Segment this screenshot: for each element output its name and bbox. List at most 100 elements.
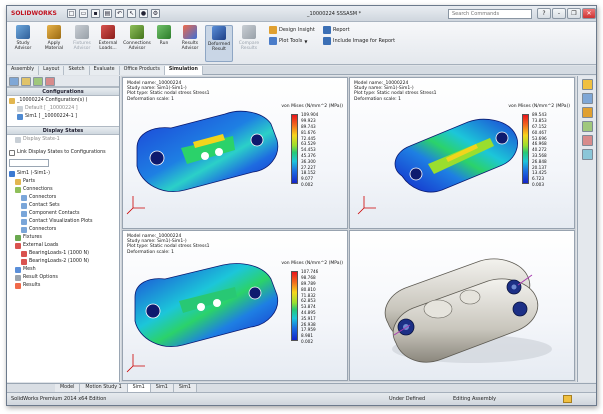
- plot-tools-button[interactable]: Plot Tools ▼: [269, 37, 307, 45]
- close-button[interactable]: ✕: [582, 8, 596, 19]
- configuration-manager-tab-icon[interactable]: [33, 77, 43, 86]
- viewport-top-left[interactable]: Model name:_10000224 Study name: Sim1(-S…: [122, 77, 348, 229]
- config-sim1[interactable]: Sim1 [ _10000224-1 ]: [9, 113, 117, 121]
- report-button[interactable]: Report: [323, 26, 350, 34]
- stress-model-top-left: [126, 110, 279, 215]
- checkbox-icon: [9, 150, 15, 156]
- tab-office-products[interactable]: Office Products: [119, 66, 165, 75]
- stress-model-bottom-left: [126, 263, 279, 373]
- new-file-icon[interactable]: □: [67, 9, 76, 18]
- load-icon: [15, 243, 21, 249]
- stress-model-top-right: [357, 118, 518, 215]
- external-loads-button[interactable]: External Loads...: [95, 25, 121, 62]
- display-states-header: Display States: [7, 126, 119, 135]
- display-manager-tab-icon[interactable]: [45, 77, 55, 86]
- document-title: _10000224 SSSASM *: [307, 11, 362, 17]
- filter-input[interactable]: ▼: [9, 159, 49, 177]
- tree-item-parts[interactable]: Parts: [9, 178, 117, 186]
- tree-item-result-options[interactable]: Result Options: [9, 274, 117, 282]
- run-button[interactable]: Run: [154, 25, 174, 62]
- print-icon[interactable]: ▤: [103, 9, 112, 18]
- study-advisor-button[interactable]: Study Advisor: [10, 25, 36, 62]
- bearing-load-icon: [21, 259, 27, 265]
- results-icon: [183, 25, 197, 39]
- compare-results-icon: [242, 25, 256, 39]
- rebuild-status-icon[interactable]: [563, 395, 572, 403]
- undo-icon[interactable]: ↶: [115, 9, 124, 18]
- tree-item-bearing-load-2[interactable]: BearingLoads-2 (1000 N): [9, 258, 117, 266]
- connections-advisor-button[interactable]: Connections Advisor: [122, 25, 152, 62]
- tree-item-mesh[interactable]: Mesh: [9, 266, 117, 274]
- tree-item-contact-sets[interactable]: Contact Sets: [9, 202, 117, 210]
- tree-item-component-contacts[interactable]: Component Contacts: [9, 210, 117, 218]
- config-root[interactable]: _10000224 Configuration(s) (: [9, 97, 117, 105]
- link-display-states-checkbox[interactable]: Link Display States to Configurations: [7, 149, 119, 157]
- tree-item-fixtures[interactable]: Fixtures: [9, 234, 117, 242]
- tree-item-connectors-2[interactable]: Connectors: [9, 226, 117, 234]
- rebuild-icon[interactable]: ●: [139, 9, 148, 18]
- app-logo: SOLIDWORKS: [11, 10, 57, 17]
- apply-material-button[interactable]: Apply Material: [41, 25, 67, 62]
- tab-evaluate[interactable]: Evaluate: [89, 66, 120, 75]
- chevron-down-icon: ▼: [304, 38, 308, 44]
- mesh-icon: [15, 267, 21, 273]
- display-state-item[interactable]: Display State-1: [9, 136, 117, 144]
- tree-item-external-loads[interactable]: External Loads: [9, 242, 117, 250]
- status-bar: SolidWorks Premium 2014 x64 Edition Unde…: [7, 392, 596, 405]
- connections-icon: [130, 25, 144, 39]
- edition-label: SolidWorks Premium 2014 x64 Edition: [11, 396, 107, 402]
- results-advisor-button[interactable]: Results Advisor: [177, 25, 203, 62]
- include-image-button[interactable]: Include Image for Report: [323, 37, 395, 45]
- contact-sets-icon: [21, 203, 27, 209]
- options-icon[interactable]: ⚙: [151, 9, 160, 18]
- tab-layout[interactable]: Layout: [39, 66, 65, 75]
- tab-simulation[interactable]: Simulation: [164, 66, 203, 75]
- appearances-icon[interactable]: [581, 135, 593, 146]
- viewport-bottom-left[interactable]: Model name:_10000224 Study name: Sim1(-S…: [122, 230, 348, 381]
- select-icon[interactable]: ↖: [127, 9, 136, 18]
- property-manager-tab-icon[interactable]: [21, 77, 31, 86]
- save-icon[interactable]: ▪: [91, 9, 100, 18]
- sim-study-root[interactable]: Sim1 (-Sim1-): [9, 170, 117, 178]
- deformed-result-button[interactable]: Deformed Result: [205, 25, 233, 62]
- results-icon: [15, 283, 21, 289]
- tree-item-connectors[interactable]: Connectors: [9, 194, 117, 202]
- help-button[interactable]: ?: [537, 8, 551, 19]
- tab-assembly[interactable]: Assembly: [7, 66, 40, 75]
- parts-icon: [15, 179, 21, 185]
- solidworks-window: SOLIDWORKS □ ▭ ▪ ▤ ↶ ↖ ● ⚙ _10000224 SSS…: [6, 5, 597, 406]
- tree-item-contact-visualization[interactable]: Contact Visualization Plots: [9, 218, 117, 226]
- tab-sketch[interactable]: Sketch: [64, 66, 90, 75]
- connector-icon: [21, 195, 27, 201]
- display-states-list: Display State-1: [7, 135, 119, 147]
- deformed-result-icon: [212, 26, 226, 40]
- maximize-button[interactable]: ❐: [567, 8, 581, 19]
- minimize-button[interactable]: -: [552, 8, 566, 19]
- tree-item-bearing-load-1[interactable]: BearingLoads-1 (1000 N): [9, 250, 117, 258]
- display-state-icon: [15, 137, 21, 143]
- command-tabs: Assembly Layout Sketch Evaluate Office P…: [7, 66, 596, 75]
- tree-item-connections[interactable]: Connections: [9, 186, 117, 194]
- viewport-top-right[interactable]: Model name:_10000224 Study name: Sim1(-S…: [349, 77, 575, 229]
- command-manager-ribbon: Study Advisor Apply Material Fixtures Ad…: [7, 22, 596, 65]
- view-palette-icon[interactable]: [581, 121, 593, 132]
- connector-icon: [21, 227, 27, 233]
- quick-access-toolbar: □ ▭ ▪ ▤ ↶ ↖ ● ⚙: [67, 9, 160, 19]
- design-library-icon[interactable]: [581, 93, 593, 104]
- resources-icon[interactable]: [581, 79, 593, 90]
- custom-properties-icon[interactable]: [581, 149, 593, 160]
- fixture-icon: [75, 25, 89, 39]
- feature-manager-tab-icon[interactable]: [9, 77, 19, 86]
- options-icon: [15, 275, 21, 281]
- load-arrow-icon: [101, 25, 115, 39]
- config-default[interactable]: Default [ _10000224 ]: [9, 105, 117, 113]
- fixtures-advisor-button[interactable]: Fixtures Advisor: [69, 25, 95, 62]
- config-icon: [17, 114, 23, 120]
- viewport-bottom-right[interactable]: [349, 230, 575, 381]
- file-explorer-icon[interactable]: [581, 107, 593, 118]
- compare-results-button[interactable]: Compare Results: [235, 25, 263, 62]
- design-insight-button[interactable]: Design Insight: [269, 26, 315, 34]
- tree-item-results[interactable]: Results: [9, 282, 117, 290]
- open-file-icon[interactable]: ▭: [79, 9, 88, 18]
- search-commands-input[interactable]: [448, 9, 532, 19]
